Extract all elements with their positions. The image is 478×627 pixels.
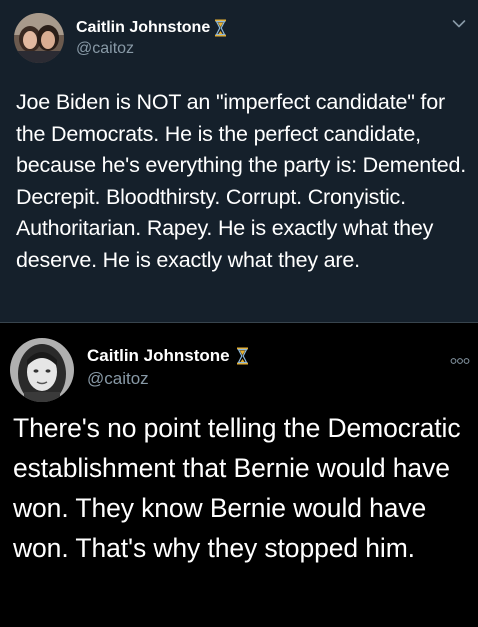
avatar[interactable] xyxy=(14,13,64,63)
display-name[interactable]: Caitlin Johnstone xyxy=(76,19,210,37)
handle[interactable]: @caitoz xyxy=(76,40,227,58)
hourglass-icon xyxy=(214,19,227,37)
name-row: Caitlin Johnstone xyxy=(87,346,249,366)
chevron-down-icon[interactable] xyxy=(452,16,466,28)
hourglass-icon xyxy=(236,347,249,365)
tweet-1-header: Caitlin Johnstone @caitoz xyxy=(14,13,227,63)
tweet-1[interactable]: Caitlin Johnstone @caitoz Joe Biden is N… xyxy=(0,0,478,322)
name-block: Caitlin Johnstone @caitoz xyxy=(76,19,227,58)
tweet-text: Joe Biden is NOT an "imperfect candidate… xyxy=(16,90,467,272)
tweet-2[interactable]: Caitlin Johnstone @caitoz There's no poi… xyxy=(0,323,478,627)
screenshot: Caitlin Johnstone @caitoz Joe Biden is N… xyxy=(0,0,478,627)
more-options-icon[interactable] xyxy=(450,352,470,364)
tweet-text: There's no point telling the Democratic … xyxy=(13,413,461,563)
name-block: Caitlin Johnstone @caitoz xyxy=(87,346,249,389)
name-row: Caitlin Johnstone xyxy=(76,19,227,37)
avatar[interactable] xyxy=(10,338,74,402)
tweet-2-header: Caitlin Johnstone @caitoz xyxy=(10,338,249,402)
handle[interactable]: @caitoz xyxy=(87,369,249,389)
display-name[interactable]: Caitlin Johnstone xyxy=(87,346,230,366)
